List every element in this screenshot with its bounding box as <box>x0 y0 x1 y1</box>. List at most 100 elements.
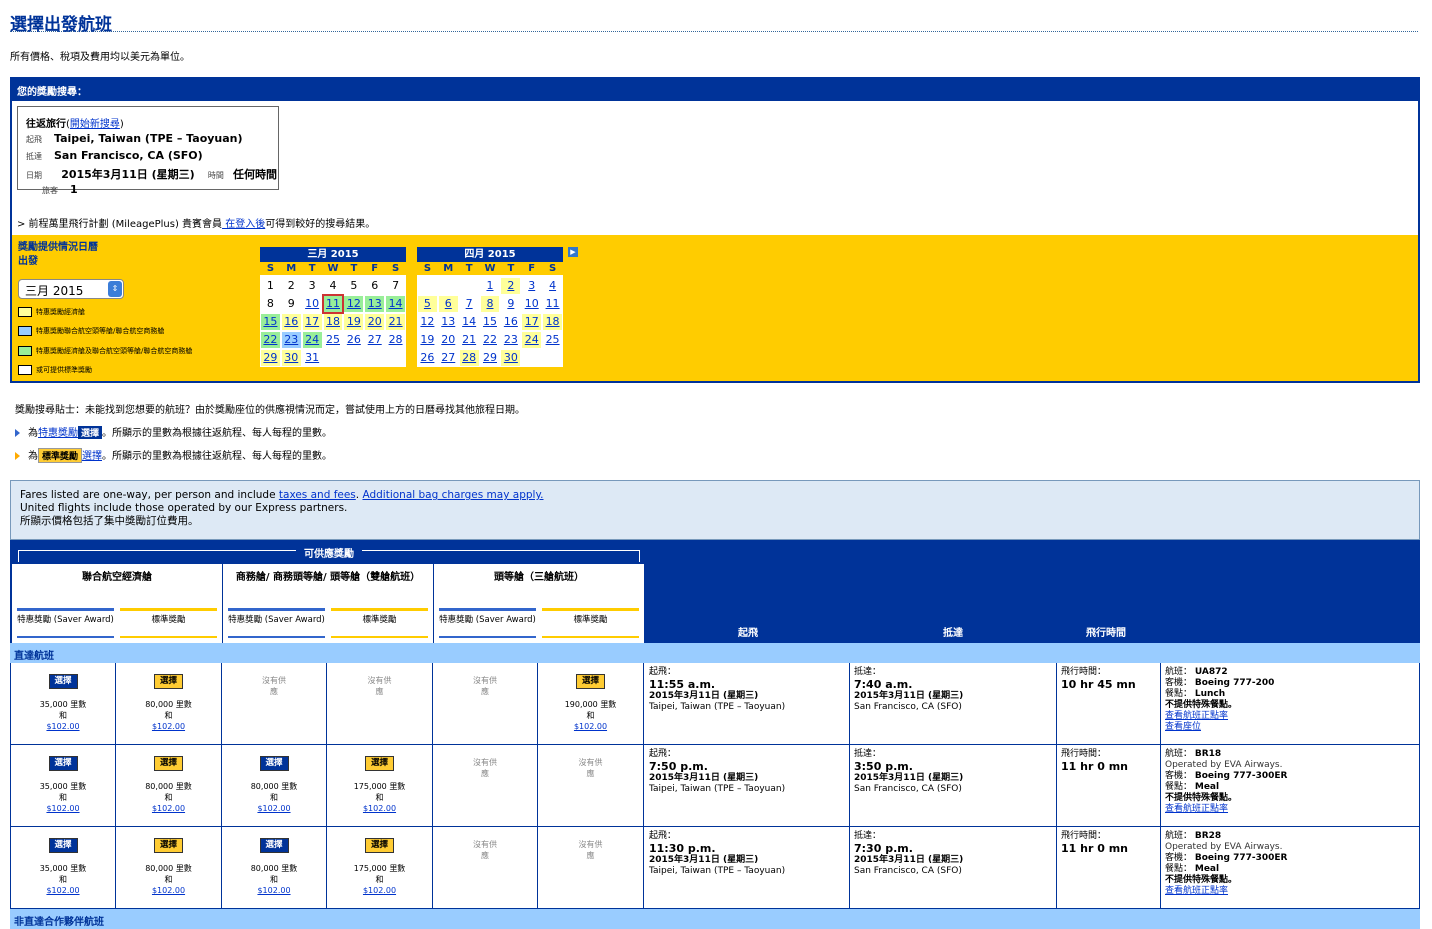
calendar-day[interactable]: 12 <box>344 296 364 312</box>
calendar-day[interactable]: 1 <box>481 278 500 294</box>
fee-link[interactable]: $102.00 <box>257 886 290 895</box>
calendar-day[interactable]: 19 <box>418 332 437 348</box>
calendar-day[interactable]: 22 <box>261 332 280 348</box>
empty-day <box>460 278 479 294</box>
login-link[interactable]: 在登入後 <box>222 219 265 230</box>
calendar-day[interactable]: 3 <box>522 278 541 294</box>
calendar-day[interactable]: 17 <box>522 314 542 330</box>
taxes-fees-link[interactable]: taxes and fees <box>279 489 356 501</box>
standard-select-button[interactable]: 選擇 <box>154 838 183 853</box>
flight-value: BR18 <box>1194 749 1222 759</box>
calendar-day[interactable]: 23 <box>501 332 520 348</box>
calendar-day[interactable]: 28 <box>386 332 405 348</box>
calendar-day[interactable]: 22 <box>481 332 500 348</box>
month-select[interactable]: 三月 2015 ⇕ <box>18 279 124 299</box>
calendar-day[interactable]: 26 <box>344 332 363 348</box>
standard-select-button[interactable]: 選擇 <box>154 674 183 689</box>
saver-award-link[interactable]: 特惠獎勵 <box>38 428 78 439</box>
calendar-day[interactable]: 8 <box>480 296 500 312</box>
calendar-day[interactable]: 13 <box>365 296 385 312</box>
calendar-day[interactable]: 31 <box>303 350 322 366</box>
depart-time: 7:50 p.m. <box>649 760 708 773</box>
fee-link[interactable]: $102.00 <box>152 804 185 813</box>
calendar-day[interactable]: 18 <box>323 314 343 330</box>
calendar-day[interactable]: 24 <box>522 332 542 348</box>
calendar-day[interactable]: 29 <box>261 350 280 366</box>
calendar-day[interactable]: 30 <box>281 350 301 366</box>
saver-select-button[interactable]: 選擇 <box>259 756 289 771</box>
calendar-day[interactable]: 19 <box>344 314 364 330</box>
aircraft: 客機： Boeing 777-300ER <box>1165 853 1415 864</box>
calendar-day[interactable]: 27 <box>365 332 384 348</box>
calendar-day[interactable]: 21 <box>386 314 405 330</box>
calendar-day[interactable]: 4 <box>543 278 562 294</box>
calendar-day[interactable]: 11 <box>321 294 345 314</box>
calendar-day[interactable]: 27 <box>439 350 458 366</box>
fee-link[interactable]: $102.00 <box>363 804 396 813</box>
standard-select-button[interactable]: 選擇 <box>154 756 183 771</box>
calendar-day[interactable]: 28 <box>459 350 479 366</box>
calendar-day[interactable]: 9 <box>501 296 520 312</box>
miles-amount: 80,000 里數 <box>145 782 192 791</box>
saver-select-button[interactable]: 選擇 <box>48 756 78 771</box>
calendar-day[interactable]: 12 <box>418 314 437 330</box>
calendar-day[interactable]: 25 <box>543 332 562 348</box>
calendar-day[interactable]: 14 <box>386 296 405 312</box>
flight-label: 航班： <box>1165 749 1195 759</box>
calendar-day[interactable]: 25 <box>324 332 343 348</box>
standard-select-button[interactable]: 選擇 <box>365 838 394 853</box>
special-meal-note: 不提供特殊餐點。 <box>1165 875 1238 885</box>
on-time-link[interactable]: 查看航班正點率 <box>1165 711 1415 722</box>
saver-select-button[interactable]: 選擇 <box>48 838 78 853</box>
fee-link[interactable]: $102.00 <box>152 722 185 731</box>
next-month-icon[interactable]: ▶ <box>568 247 578 257</box>
fare-cell: 選擇 80,000 里數和 $102.00 <box>222 827 327 909</box>
on-time-link[interactable]: 查看航班正點率 <box>1165 804 1415 815</box>
calendar-day[interactable]: 20 <box>365 314 385 330</box>
calendar-day[interactable]: 16 <box>501 314 520 330</box>
calendar-day[interactable]: 13 <box>439 314 458 330</box>
fee-link[interactable]: $102.00 <box>46 804 79 813</box>
not-available: 沒有供應 <box>262 676 286 696</box>
on-time-link[interactable]: 查看航班正點率 <box>1165 886 1415 897</box>
saver-select-button[interactable]: 選擇 <box>259 838 289 853</box>
calendar-day[interactable]: 15 <box>261 314 280 330</box>
calendar-day[interactable]: 5 <box>418 296 437 312</box>
calendar-day[interactable]: 23 <box>281 332 301 348</box>
calendar-day[interactable]: 16 <box>281 314 301 330</box>
calendar-day[interactable]: 11 <box>543 296 562 312</box>
calendar-day[interactable]: 26 <box>418 350 437 366</box>
saver-select-button[interactable]: 選擇 <box>48 674 78 689</box>
standard-select-button[interactable]: 選擇 <box>576 674 605 689</box>
standard-select-button[interactable]: 選擇 <box>365 756 394 771</box>
calendar-day[interactable]: 21 <box>460 332 479 348</box>
calendar-day[interactable]: 2 <box>501 278 521 294</box>
calendar-day[interactable]: 24 <box>302 332 322 348</box>
calendar-day[interactable]: 6 <box>438 296 458 312</box>
calendar-day[interactable]: 17 <box>302 314 322 330</box>
meal-value: Lunch <box>1194 689 1226 699</box>
calendar-day[interactable]: 14 <box>460 314 479 330</box>
calendar-day[interactable]: 30 <box>501 350 521 366</box>
empty-day <box>439 278 458 294</box>
date-value: 2015年3月11日 (星期三) <box>61 168 195 181</box>
calendar-day[interactable]: 15 <box>481 314 500 330</box>
calendar-day[interactable]: 29 <box>481 350 500 366</box>
standard-select-link[interactable]: 選擇 <box>82 451 102 462</box>
calendar-day[interactable]: 10 <box>522 296 541 312</box>
legend-label: 或可提供標準獎勵 <box>36 366 92 374</box>
calendar-day[interactable]: 20 <box>439 332 458 348</box>
fee-link[interactable]: $102.00 <box>363 886 396 895</box>
fee-link[interactable]: $102.00 <box>152 886 185 895</box>
standard-tip: 為標準獎勵 選擇。所顯示的里數為根據往返航程、每人每程的里數。 <box>15 447 332 463</box>
calendar-day[interactable]: 18 <box>543 314 562 330</box>
new-search-link[interactable]: 開始新搜尋 <box>70 119 120 130</box>
fee-link[interactable]: $102.00 <box>257 804 290 813</box>
calendar-day[interactable]: 7 <box>460 296 479 312</box>
fee-link[interactable]: $102.00 <box>46 722 79 731</box>
seat-map-link[interactable]: 查看座位 <box>1165 722 1415 733</box>
fee-link[interactable]: $102.00 <box>46 886 79 895</box>
bag-charges-link[interactable]: Additional bag charges may apply. <box>362 489 543 501</box>
calendar-day[interactable]: 10 <box>303 296 322 312</box>
fee-link[interactable]: $102.00 <box>574 722 607 731</box>
